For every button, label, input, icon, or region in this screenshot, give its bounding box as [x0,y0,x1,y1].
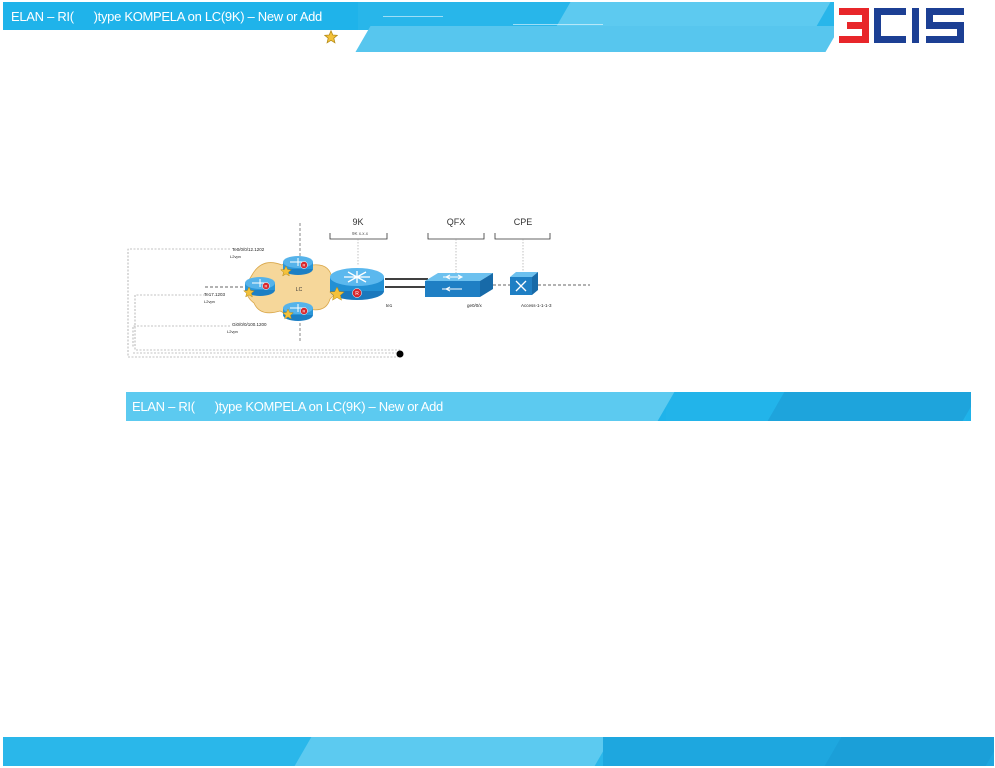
section-title: ELAN – RI( )type KOMPELA on LC(9K) – New… [132,399,443,414]
header-band-line [383,16,443,17]
star-icon [324,30,338,44]
router-badge-label: R [303,309,306,314]
header-band-line [513,24,603,25]
encap-label: L2vpn [227,329,238,334]
cpe-device-icon [510,272,538,295]
core-badge-label: R [355,291,359,297]
network-diagram: 9K 9K x.x.x QFX CPE LC R R R R Te0/0/0/1… [127,217,590,358]
logo [834,2,994,50]
core-port-label: te1 [386,303,393,308]
qfx-switch-icon [425,273,493,297]
interface-label: Gi0/0/0/100.1200 [232,322,267,327]
cloud-label: LC [296,287,303,293]
footer-band-segment [824,737,994,766]
interface-label: Te17.1203 [204,292,226,297]
router-badge-label: R [265,284,268,289]
group-label-9k: 9K [352,217,363,227]
footer-band-segment [294,737,612,766]
cpe-port-label: Access-1-1-1-3 [521,303,552,308]
group-bracket-cpe [494,233,551,240]
3cis-logo-icon [834,2,994,50]
page-title: ELAN – RI( )type KOMPELA on LC(9K) – New… [11,9,322,24]
section-band: ELAN – RI( )type KOMPELA on LC(9K) – New… [126,392,971,421]
header-band-segment [355,26,841,52]
group-bracket-qfx [427,233,485,240]
router-badge-label: R [303,263,306,268]
encap-label: L2vpn [204,299,215,304]
encap-label: L2vpn [230,254,241,259]
qfx-port-label: ge0/0/x [467,303,483,308]
endpoint-dot [396,350,404,358]
group-label-qfx: QFX [447,217,466,227]
group-sublabel-9k: 9K x.x.x [352,231,369,236]
section-band-segment [767,392,971,421]
group-label-cpe: CPE [514,217,533,227]
footer-band [3,737,994,766]
section-band-segment [517,392,675,421]
interface-label: Te0/0/0/12.1202 [232,247,265,252]
